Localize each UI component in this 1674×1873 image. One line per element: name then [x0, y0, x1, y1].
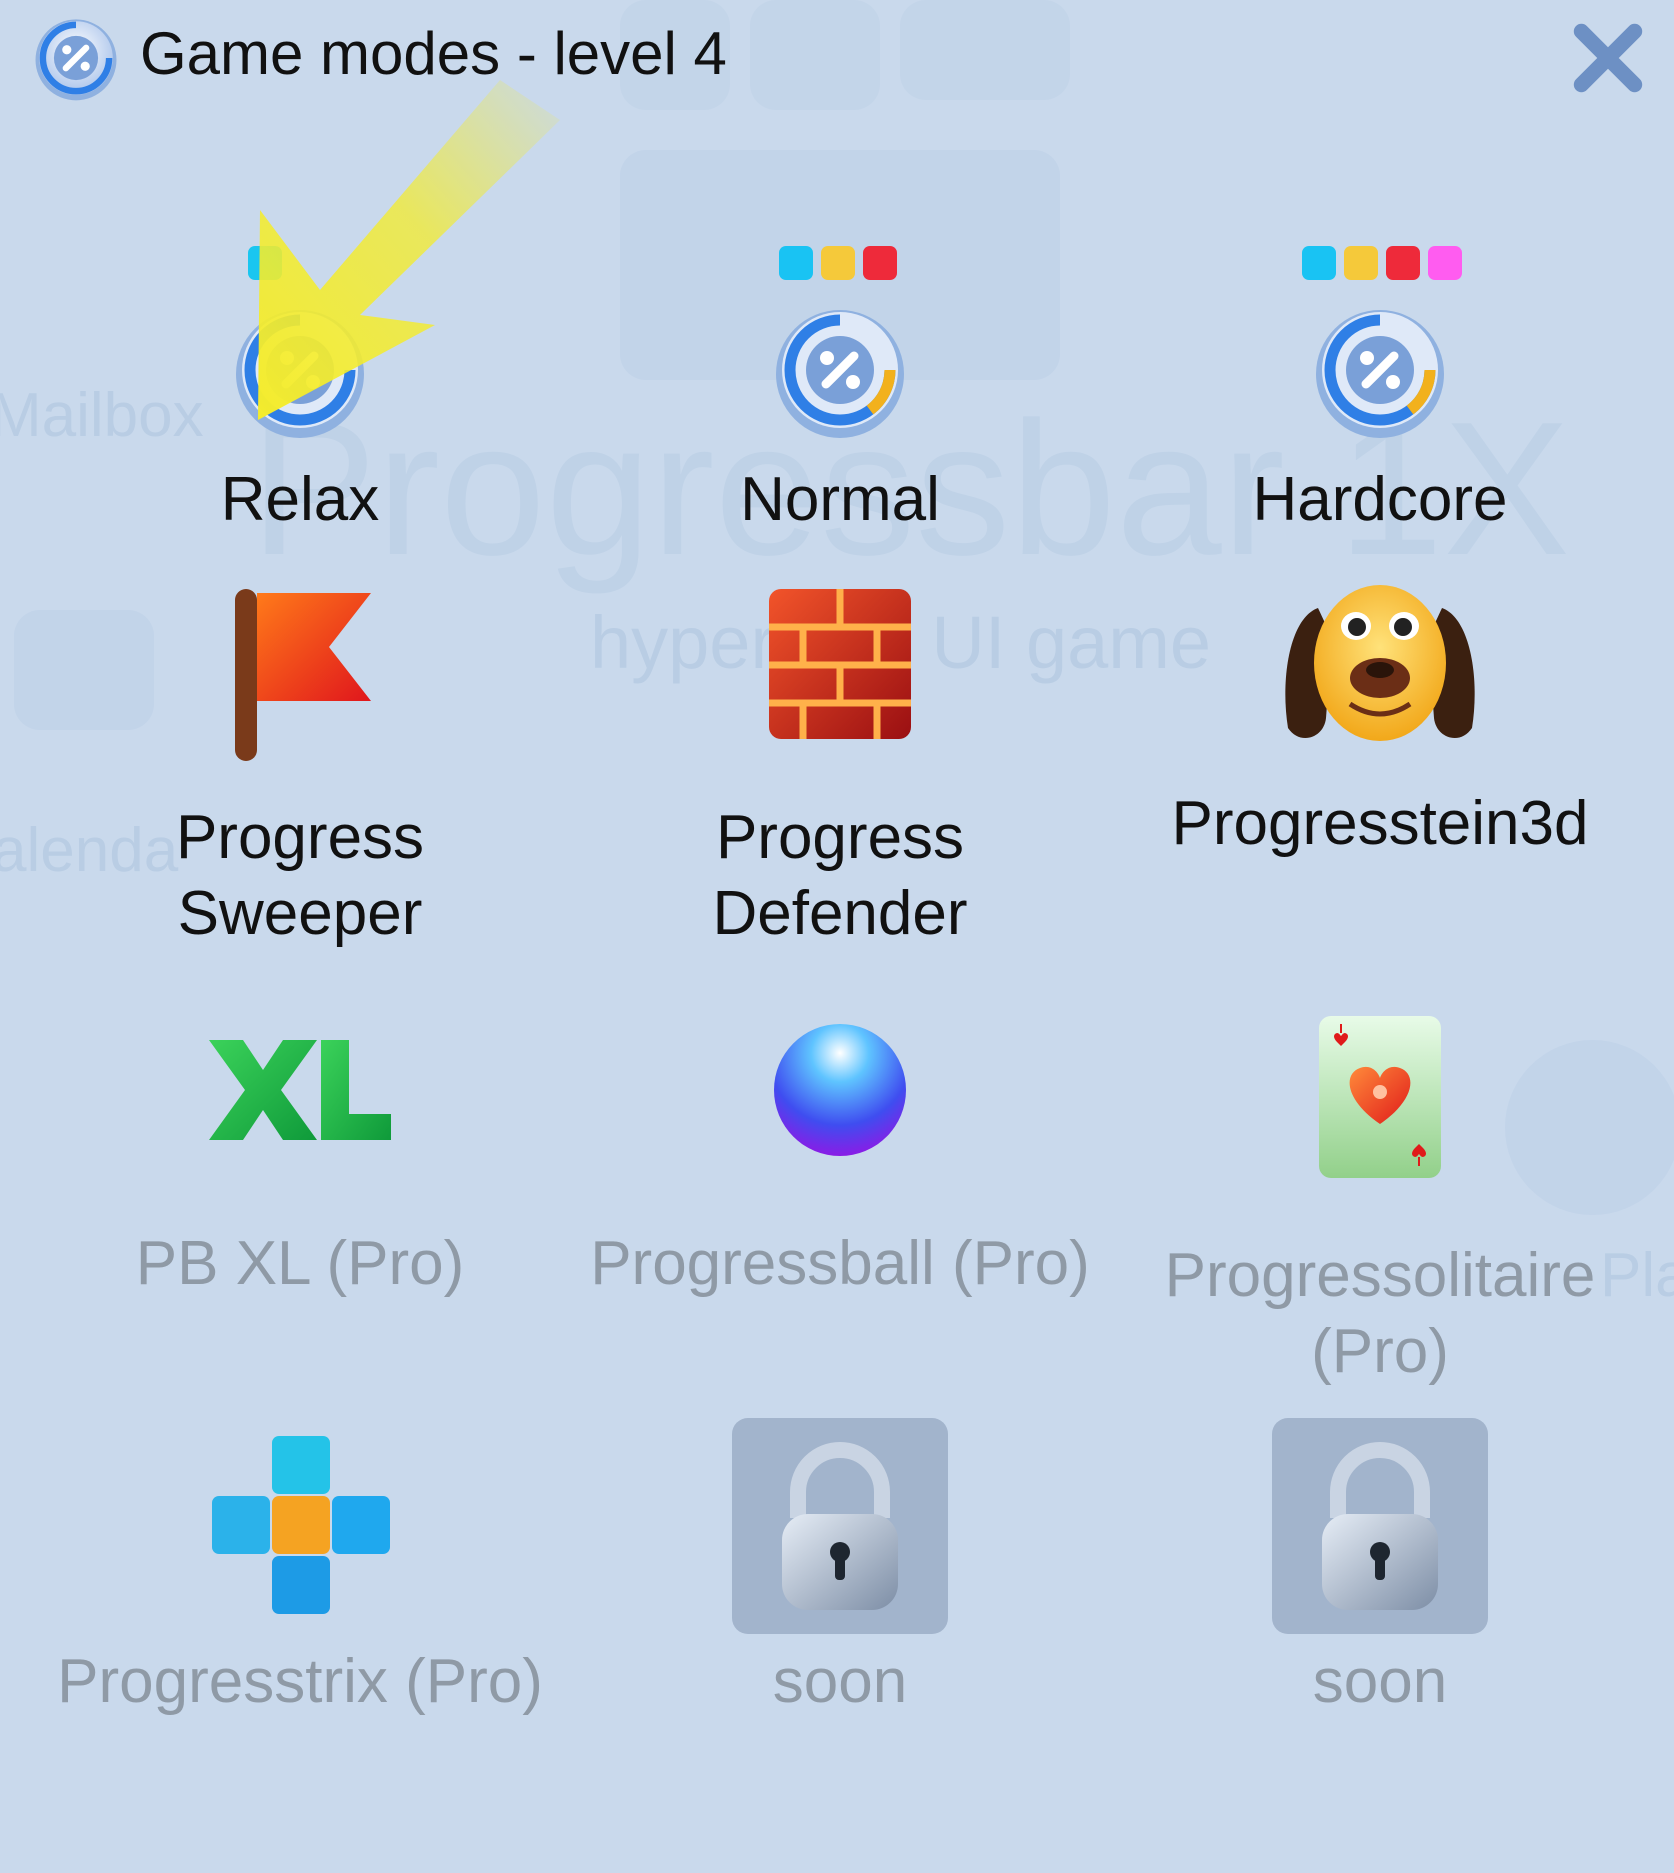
mode-label-line1: Progress [175, 803, 425, 872]
difficulty-dot [1428, 246, 1462, 280]
difficulty-dot [779, 246, 813, 280]
mode-normal[interactable]: Normal [570, 220, 1110, 550]
dog-face-icon [1285, 585, 1475, 741]
padlock-icon [1322, 1442, 1438, 1610]
difficulty-dots [779, 246, 897, 280]
mode-label-line2: Defender [712, 879, 968, 948]
mode-label: Normal [740, 465, 940, 534]
mode-label: soon [772, 1647, 908, 1716]
difficulty-dot [821, 246, 855, 280]
mode-relax[interactable]: Relax [30, 220, 570, 550]
mode-soon-2[interactable]: soon [1110, 1418, 1650, 1738]
mode-label: Progresstrix (Pro) [57, 1647, 543, 1716]
close-x-icon[interactable] [1570, 20, 1646, 96]
mode-progresstrix[interactable]: Progresstrix (Pro) [30, 1430, 570, 1730]
mode-label: soon [1312, 1647, 1448, 1716]
mode-label-line1: Progressolitaire [1164, 1241, 1596, 1310]
game-modes-dialog: Game modes - level 4 Relax Normal Hardco… [0, 0, 1674, 1873]
mode-progressball[interactable]: Progressball (Pro) [570, 1010, 1110, 1310]
window-title: Game modes - level 4 [140, 20, 727, 87]
locked-tile-box [1272, 1418, 1488, 1634]
blue-ball-icon [774, 1024, 906, 1156]
difficulty-dots [1302, 246, 1462, 280]
mode-progress-sweeper[interactable]: Progress Sweeper [30, 580, 570, 960]
mode-hardcore[interactable]: Hardcore [1110, 220, 1650, 550]
heart-card-icon [1319, 1016, 1441, 1178]
mode-progressolitaire[interactable]: Progressolitaire (Pro) [1110, 1010, 1650, 1390]
progressbar-gauge-icon [776, 310, 904, 438]
mode-label: Progressball (Pro) [590, 1229, 1090, 1298]
mode-label-line2: Sweeper [177, 879, 423, 948]
difficulty-dot [1344, 246, 1378, 280]
mode-progress-defender[interactable]: Progress Defender [570, 580, 1110, 960]
difficulty-dots [248, 246, 282, 280]
plus-blocks-icon [212, 1436, 390, 1614]
mode-progresstein3d[interactable]: Progresstein3d [1110, 578, 1650, 878]
mode-soon-1[interactable]: soon [570, 1418, 1110, 1738]
progressbar-logo-icon [35, 19, 117, 101]
progressbar-gauge-icon [1316, 310, 1444, 438]
padlock-icon [782, 1442, 898, 1610]
brick-wall-icon [769, 589, 911, 739]
mode-label-line2: (Pro) [1311, 1317, 1449, 1386]
mode-pb-xl[interactable]: PB XL (Pro) [30, 1010, 570, 1310]
difficulty-dot [1302, 246, 1336, 280]
locked-tile-box [732, 1418, 948, 1634]
mode-label: PB XL (Pro) [135, 1229, 465, 1298]
mode-label-line1: Progress [715, 803, 965, 872]
mode-label: Relax [220, 465, 380, 534]
mode-label: Hardcore [1252, 465, 1508, 534]
difficulty-dot [863, 246, 897, 280]
mode-label: Progresstein3d [1171, 789, 1589, 858]
title-bar: Game modes - level 4 [0, 0, 1674, 110]
xl-text-icon [209, 1040, 391, 1140]
red-flag-icon [235, 589, 371, 761]
progressbar-gauge-icon [236, 310, 364, 438]
difficulty-dot [1386, 246, 1420, 280]
difficulty-dot [248, 246, 282, 280]
